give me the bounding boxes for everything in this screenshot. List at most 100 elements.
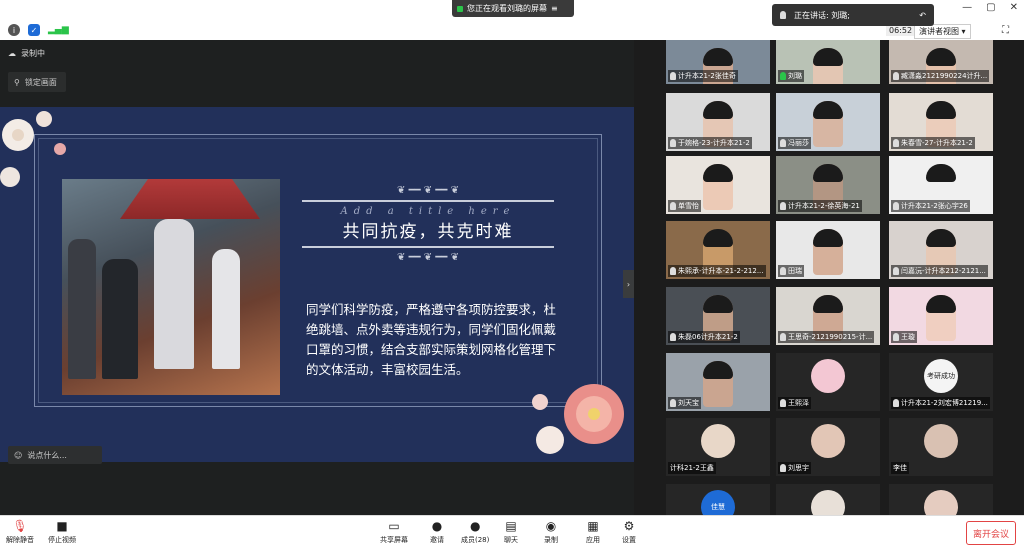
share-screen-button[interactable]: ▭ 共享屏幕 (380, 519, 408, 545)
recording-status[interactable]: ☁ 录制中 (8, 48, 45, 59)
slide-title: 共同抗疫，共克时难 (342, 222, 514, 242)
participant-tile[interactable]: 王璇 (889, 287, 993, 345)
mic-icon (780, 399, 786, 407)
invite-button[interactable]: ● 邀请 (429, 519, 445, 545)
members-button[interactable]: ● 成员(28) (461, 519, 489, 545)
minimize-button[interactable]: — (962, 2, 972, 13)
participant-face (813, 229, 843, 275)
participant-tile[interactable]: 刘璐 (776, 40, 880, 84)
unmute-button[interactable]: 🎙 解除静音 (6, 519, 34, 545)
pin-icon: ⚲ (14, 77, 20, 87)
chat-input[interactable]: ☺ 说点什么... (8, 446, 102, 464)
participant-tile[interactable]: 考研成功计升本21-2刘宏博21219... (889, 353, 993, 411)
participant-face (703, 361, 733, 407)
participant-tile[interactable]: 计升本21-2-徐英海-21 (776, 156, 880, 214)
unmute-label: 解除静音 (6, 536, 34, 544)
participant-name-label: 闫嘉沅-计升本212-2121... (901, 267, 986, 275)
participant-tile[interactable]: 刘思宇 (776, 418, 880, 476)
cloud-record-icon: ☁ (8, 49, 16, 58)
participant-name: 计升本21-2刘宏博21219... (891, 397, 990, 409)
participant-tile[interactable]: 单雪怡 (666, 156, 770, 214)
participant-tile[interactable]: 李佳 (889, 418, 993, 476)
participant-name-label: 朱熙承-计升本-21-2-212... (678, 267, 764, 275)
participant-name: 王熙泽 (778, 397, 811, 409)
participant-tile[interactable]: 王熙泽 (776, 353, 880, 411)
participant-name-label: 计升本21-2张心宇26 (901, 202, 968, 210)
participant-tile[interactable]: 王思奇-2121990215-计... (776, 287, 880, 345)
collapse-panel-button[interactable]: › (623, 270, 634, 298)
mic-icon (893, 267, 899, 275)
participant-name: 计升本21-2-徐英海-21 (778, 200, 862, 212)
ornament-icon: ❦ ━━ ❦ ━━ ❦ (397, 185, 459, 196)
maximize-button[interactable]: ▢ (986, 2, 995, 13)
participant-tile[interactable]: 计升本21-2张心宇26 (889, 156, 993, 214)
participant-gallery: 计升本21-2张佳奇 刘璐 臧潇淼2121990224计升... 于婉格-23-计升本… (634, 40, 1024, 542)
participant-face (926, 295, 956, 341)
mic-icon (780, 72, 786, 80)
view-mode-select[interactable]: 演讲者视图 ▾ (914, 24, 971, 39)
shield-icon[interactable]: ✓ (28, 24, 40, 36)
video-camera-icon: ■ (56, 519, 68, 533)
share-screen-label: 共享屏幕 (380, 536, 408, 544)
participant-name: 计升本21-2张佳奇 (668, 70, 738, 82)
chat-button[interactable]: ▤ 聊天 (503, 519, 519, 545)
participant-name-label: 于婉格-23-计升本21-2 (678, 139, 750, 147)
view-mode-label: 演讲者视图 (919, 27, 959, 36)
participant-name-label: 王熙泽 (788, 399, 809, 407)
mic-icon (780, 139, 786, 147)
heading-top-line (302, 200, 554, 202)
participant-name: 王思奇-2121990215-计... (778, 331, 875, 343)
chat-label: 聊天 (504, 536, 518, 544)
mic-icon (670, 139, 676, 147)
participant-tile[interactable]: 于婉格-23-计升本21-2 (666, 93, 770, 151)
fullscreen-icon[interactable]: ⛶ (1002, 25, 1009, 36)
window-controls: — ▢ ✕ (962, 2, 1018, 13)
participant-tile[interactable]: 臧潇淼2121990224计升... (889, 40, 993, 84)
participant-name: 刘思宇 (778, 462, 811, 474)
shared-screen-area: ☁ 录制中 ⚲ 锁定画面 ❦ ━━ ❦ ━━ ❦ Add a title her… (0, 40, 634, 515)
participant-name: 单雪怡 (668, 200, 701, 212)
leave-meeting-button[interactable]: 离开会议 (966, 521, 1016, 545)
close-button[interactable]: ✕ (1010, 2, 1018, 13)
participant-tile[interactable]: 闫嘉沅-计升本212-2121... (889, 221, 993, 279)
participant-tile[interactable]: 刘天宝 (666, 353, 770, 411)
participant-tile[interactable]: 冯丽莎 (776, 93, 880, 151)
lock-screen-label: 锁定画面 (24, 77, 57, 87)
speaker-label: 正在讲话: 刘璐; (794, 10, 850, 20)
record-label: 录制 (544, 536, 558, 544)
participant-tile[interactable]: 计升本21-2张佳奇 (666, 40, 770, 84)
menu-icon[interactable]: ≡ (551, 4, 558, 13)
participant-tile[interactable]: 计科21-2王鑫 (666, 418, 770, 476)
participant-name-label: 刘思宇 (788, 464, 809, 472)
settings-button[interactable]: ⚙ 设置 (621, 519, 637, 545)
participant-name-label: 计升本21-2-徐英海-21 (788, 202, 860, 210)
participant-tile[interactable]: 田瑞 (776, 221, 880, 279)
participant-tile[interactable]: 朱熙承-计升本-21-2-212... (666, 221, 770, 279)
avatar: 考研成功 (924, 359, 958, 393)
participant-tile[interactable]: 朱磊06计升本21-2 (666, 287, 770, 345)
participant-tile[interactable]: 朱春雪-27-计升本21-2 (889, 93, 993, 151)
lock-screen-button[interactable]: ⚲ 锁定画面 (8, 72, 66, 92)
participant-name: 李佳 (891, 462, 909, 474)
signal-icon[interactable]: ▂▄▆ (48, 25, 69, 35)
emoji-icon[interactable]: ☺ (14, 451, 22, 460)
stop-video-button[interactable]: ■ 停止视频 (48, 519, 76, 545)
record-button[interactable]: ◉ 录制 (543, 519, 559, 545)
screen-share-banner[interactable]: 您正在观看刘璐的屏幕 ≡ (452, 0, 574, 17)
participant-name-label: 朱春雪-27-计升本21-2 (901, 139, 973, 147)
peony-decoration-icon (532, 384, 624, 454)
avatar (924, 424, 958, 458)
active-speaker-indicator: 正在讲话: 刘璐; ↶ (772, 4, 934, 26)
members-icon: ● (469, 519, 481, 533)
mic-icon (670, 72, 676, 80)
mic-muted-icon: 🎙 (12, 519, 28, 533)
participant-name-label: 单雪怡 (678, 202, 699, 210)
share-indicator-icon (457, 5, 463, 12)
info-icon[interactable]: i (8, 24, 20, 36)
undo-icon[interactable]: ↶ (919, 11, 926, 20)
apps-button[interactable]: ▦ 应用 (585, 519, 601, 545)
recording-label: 录制中 (21, 49, 45, 58)
participant-face (813, 101, 843, 147)
share-screen-icon: ▭ (388, 519, 400, 533)
presentation-slide: ❦ ━━ ❦ ━━ ❦ Add a title here 共同抗疫，共克时难 ❦… (0, 107, 634, 462)
